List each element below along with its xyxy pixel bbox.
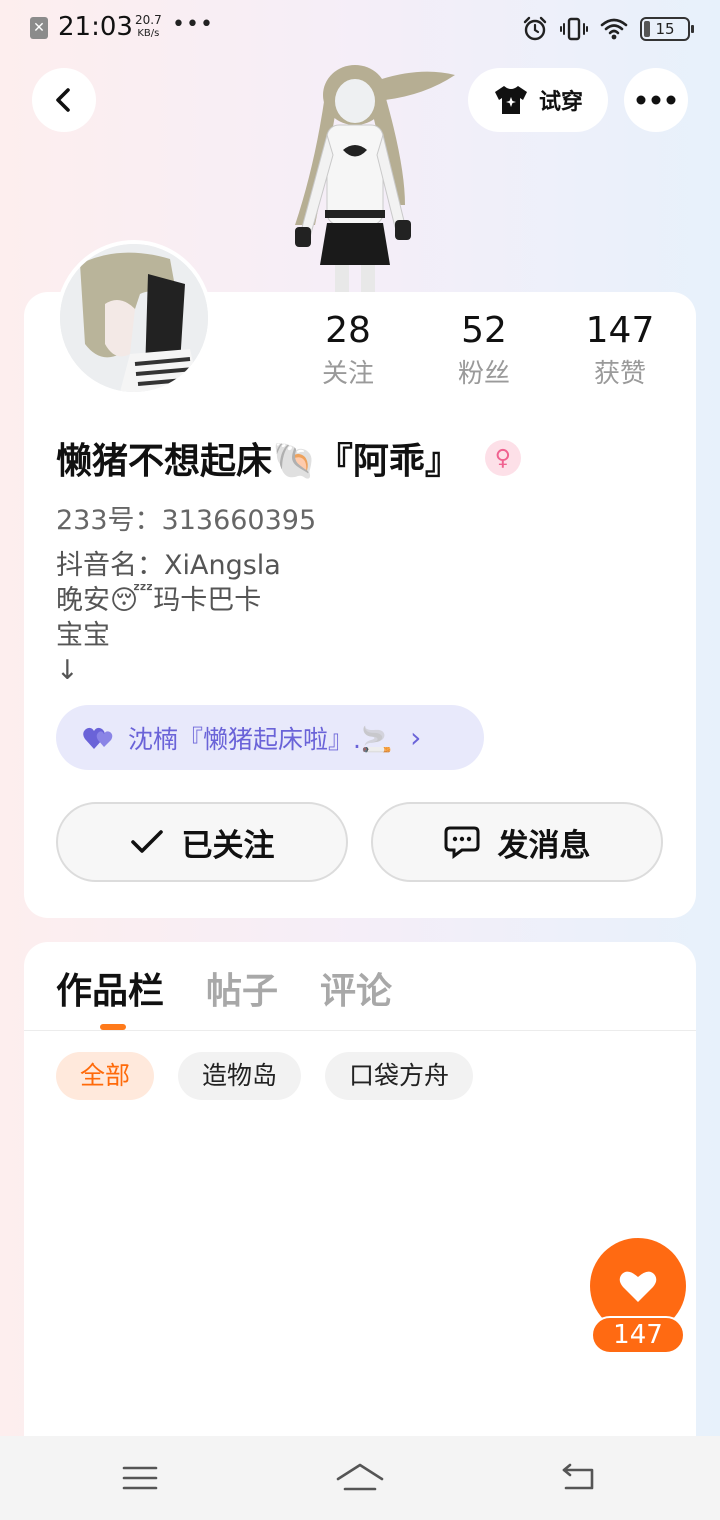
try-on-button[interactable]: 试穿 [468, 68, 608, 132]
stat-following-label: 关注 [321, 359, 374, 389]
username-row: 懒猪不想起床🐚『阿乖』 ♀ [56, 432, 521, 484]
tab-comments[interactable]: 评论 [320, 962, 392, 1014]
stat-followers-count: 52 [461, 310, 507, 351]
network-speed-unit: KB/s [137, 28, 160, 39]
back-button[interactable] [32, 68, 96, 132]
avatar[interactable] [56, 240, 212, 396]
shirt-icon [494, 86, 527, 114]
back-icon [562, 1463, 594, 1490]
relation-pill[interactable]: 沈楠『懒猪起床啦』.🚬 › [56, 705, 484, 770]
more-horizontal-icon [636, 95, 676, 105]
relation-text: 沈楠『懒猪起床啦』.🚬 [128, 724, 393, 754]
content-tabs: 作品栏 帖子 评论 [56, 962, 392, 1014]
tab-divider [24, 1030, 696, 1031]
battery-level: 15 [655, 20, 675, 38]
stat-likes[interactable]: 147 获赞 [552, 308, 688, 392]
nav-back-button[interactable] [548, 1456, 608, 1500]
network-speed-value: 20.7 [135, 13, 162, 27]
nav-menu-button[interactable] [110, 1456, 170, 1500]
chevron-right-icon: › [410, 721, 422, 754]
network-speed: 20.7 KB/s [135, 14, 162, 40]
filter-island[interactable]: 造物岛 [178, 1052, 302, 1100]
menu-icon [122, 1466, 158, 1490]
home-icon [336, 1463, 384, 1491]
filter-all[interactable]: 全部 [56, 1052, 155, 1100]
stat-likes-label: 获赞 [593, 359, 646, 389]
tab-posts[interactable]: 帖子 [206, 962, 278, 1014]
alarm-icon [523, 16, 547, 41]
message-label: 发消息 [497, 827, 591, 864]
user-id: 233号：313660395 [56, 505, 317, 536]
filter-ark[interactable]: 口袋方舟 [325, 1052, 474, 1100]
content-filters: 全部 造物岛 口袋方舟 [56, 1052, 474, 1100]
message-button[interactable]: 发消息 [371, 802, 663, 882]
status-time: 21:03 [58, 12, 133, 42]
system-nav-bar [0, 1436, 720, 1520]
notification-icon: ✕ [30, 17, 48, 39]
female-icon: ♀ [484, 440, 521, 476]
nav-home-button[interactable] [330, 1456, 390, 1500]
stat-following[interactable]: 28 关注 [280, 308, 416, 392]
tab-works[interactable]: 作品栏 [56, 962, 164, 1014]
profile-stats: 28 关注 52 粉丝 147 获赞 [280, 308, 690, 392]
chevron-left-icon [56, 88, 70, 112]
status-bar: ✕ 21:03 20.7 KB/s ••• 15 [0, 0, 720, 58]
content-card [24, 942, 696, 1442]
status-icons: 15 [522, 14, 694, 44]
chat-icon [444, 826, 479, 859]
try-on-label: 试穿 [538, 90, 583, 115]
battery-icon: 15 [640, 17, 694, 41]
followed-button[interactable]: 已关注 [56, 802, 348, 882]
bio: 抖音名：XiAngsla 晚安😴玛卡巴卡 宝宝 ↓ [56, 550, 281, 686]
vibrate-icon [560, 17, 588, 41]
avatar-image [60, 244, 208, 392]
more-button[interactable] [624, 68, 688, 132]
stat-following-count: 28 [325, 310, 371, 351]
username: 懒猪不想起床🐚『阿乖』 [56, 441, 461, 482]
check-icon [130, 830, 163, 853]
hearts-icon [83, 727, 113, 749]
wifi-icon [600, 18, 628, 40]
status-more-dots: ••• [172, 12, 214, 37]
stat-followers[interactable]: 52 粉丝 [416, 308, 552, 392]
like-count: 147 [591, 1316, 685, 1354]
character-figure [295, 65, 455, 295]
followed-label: 已关注 [181, 827, 275, 864]
stat-followers-label: 粉丝 [457, 359, 510, 389]
heart-icon [619, 1271, 657, 1302]
stat-likes-count: 147 [585, 310, 655, 351]
